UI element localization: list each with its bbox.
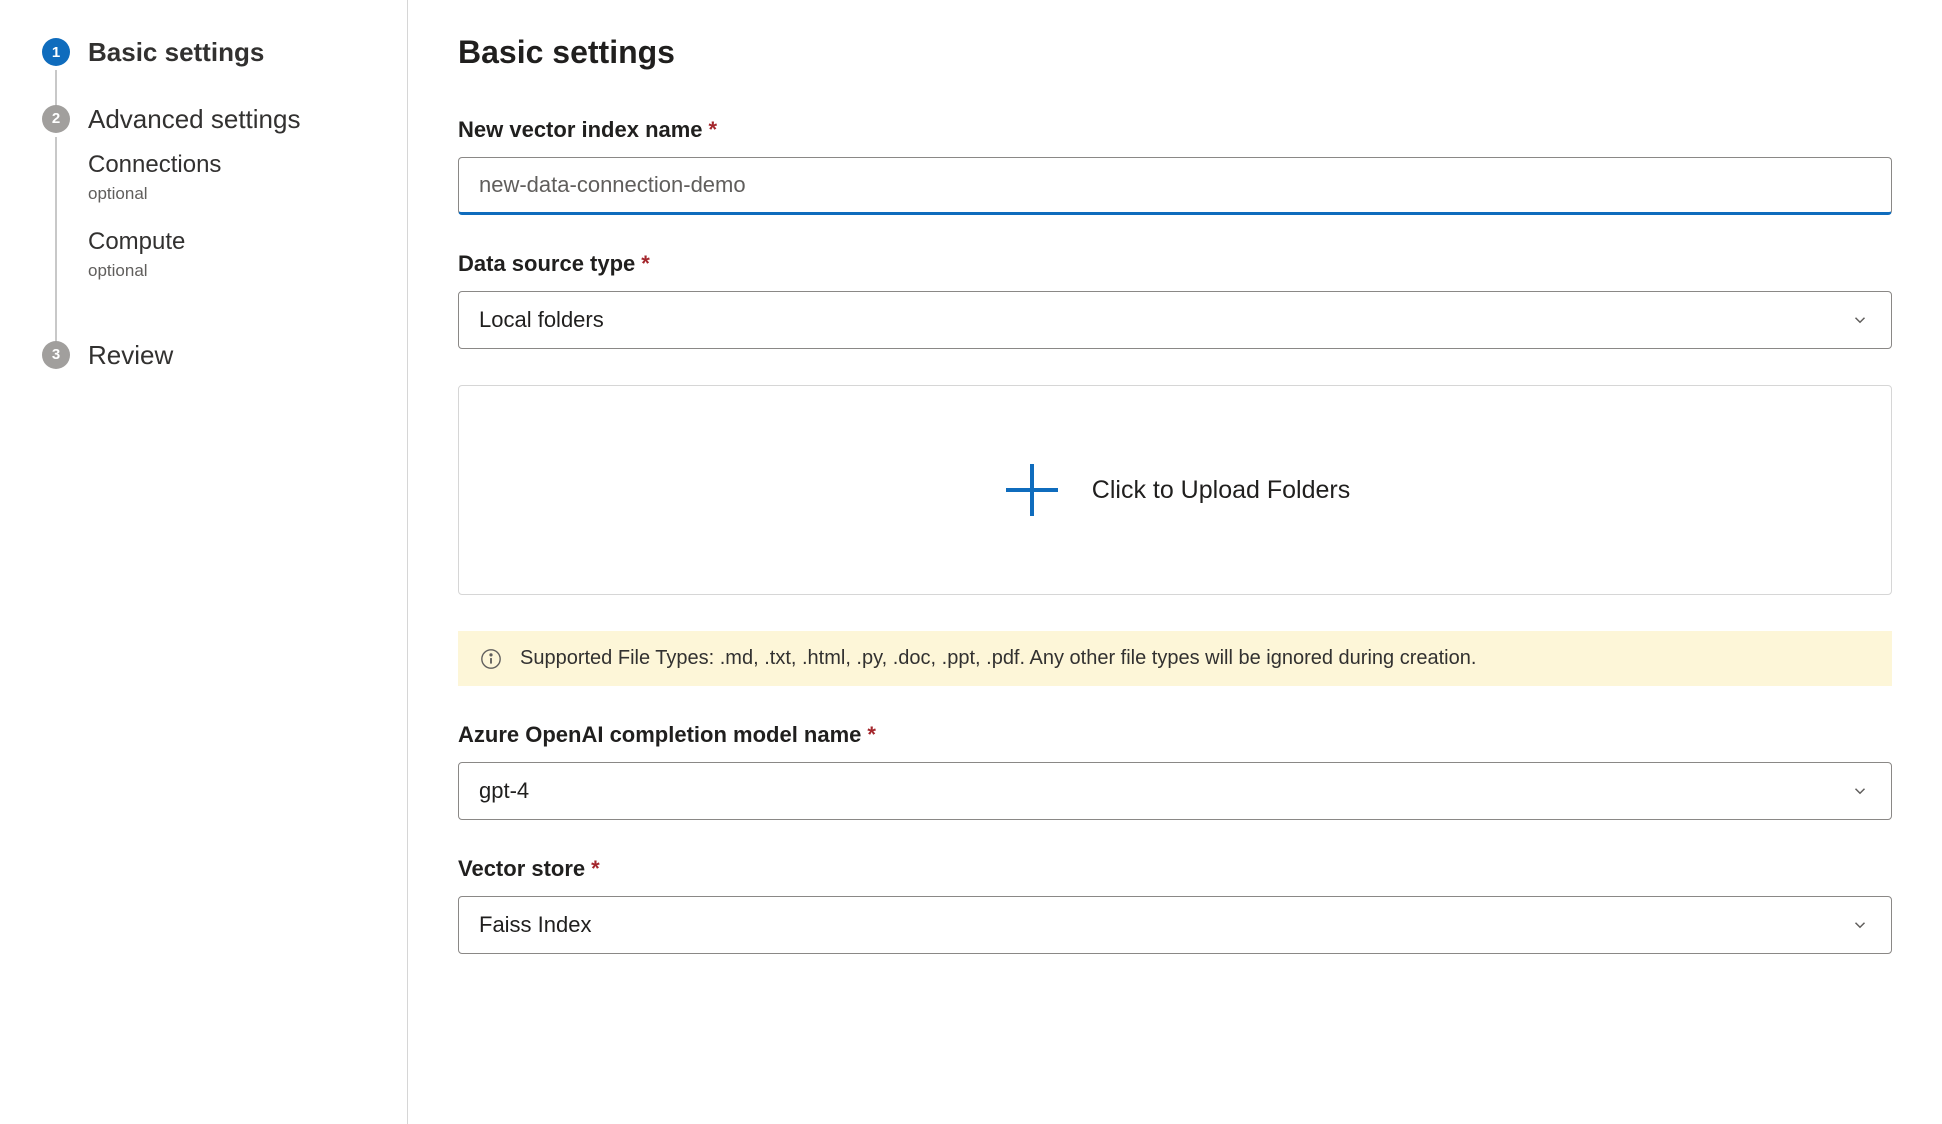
required-star: *: [641, 251, 650, 276]
field-index-name: New vector index name*: [458, 117, 1892, 215]
required-star: *: [709, 117, 718, 142]
info-text: Supported File Types: .md, .txt, .html, …: [520, 647, 1476, 670]
label-vector-store: Vector store*: [458, 856, 1892, 882]
step-review[interactable]: 3 Review: [42, 339, 377, 372]
step-connector: [55, 70, 57, 107]
vector-store-value: Faiss Index: [479, 912, 592, 938]
required-star: *: [591, 856, 600, 881]
field-data-source: Data source type* Local folders: [458, 251, 1892, 349]
chevron-down-icon: [1851, 782, 1869, 800]
info-icon: [480, 648, 502, 670]
form-panel: Basic settings New vector index name* Da…: [408, 0, 1942, 1124]
step-number-3: 3: [42, 341, 70, 369]
model-name-select[interactable]: gpt-4: [458, 762, 1892, 820]
substep-hint-compute: optional: [88, 261, 377, 281]
info-banner: Supported File Types: .md, .txt, .html, …: [458, 631, 1892, 686]
vector-store-select[interactable]: Faiss Index: [458, 896, 1892, 954]
field-model-name: Azure OpenAI completion model name* gpt-…: [458, 722, 1892, 820]
step-number-2: 2: [42, 105, 70, 133]
required-star: *: [867, 722, 876, 747]
field-upload: Click to Upload Folders: [458, 385, 1892, 595]
step-number-1: 1: [42, 38, 70, 66]
substep-label-connections: Connections: [88, 151, 377, 180]
label-model-name: Azure OpenAI completion model name*: [458, 722, 1892, 748]
chevron-down-icon: [1851, 311, 1869, 329]
step-label-review: Review: [88, 339, 377, 372]
chevron-down-icon: [1851, 916, 1869, 934]
substep-compute[interactable]: Compute optional: [88, 228, 377, 281]
substep-hint-connections: optional: [88, 184, 377, 204]
upload-text: Click to Upload Folders: [1092, 476, 1350, 505]
upload-folders-button[interactable]: Click to Upload Folders: [458, 385, 1892, 595]
field-vector-store: Vector store* Faiss Index: [458, 856, 1892, 954]
label-index-name: New vector index name*: [458, 117, 1892, 143]
step-basic-settings[interactable]: 1 Basic settings: [42, 36, 377, 103]
step-advanced-settings[interactable]: 2 Advanced settings Connections optional…: [42, 103, 377, 339]
substep-connections[interactable]: Connections optional: [88, 151, 377, 204]
data-source-select[interactable]: Local folders: [458, 291, 1892, 349]
model-name-value: gpt-4: [479, 778, 529, 804]
plus-icon: [1000, 458, 1064, 522]
stepper-nav: 1 Basic settings 2 Advanced settings Con…: [0, 0, 408, 1124]
step-label-basic-settings: Basic settings: [88, 36, 377, 69]
label-data-source: Data source type*: [458, 251, 1892, 277]
data-source-value: Local folders: [479, 307, 604, 333]
index-name-input[interactable]: [458, 157, 1892, 215]
substep-label-compute: Compute: [88, 228, 377, 257]
page-title: Basic settings: [458, 34, 1892, 71]
step-label-advanced-settings: Advanced settings: [88, 103, 377, 136]
step-connector: [55, 137, 57, 343]
